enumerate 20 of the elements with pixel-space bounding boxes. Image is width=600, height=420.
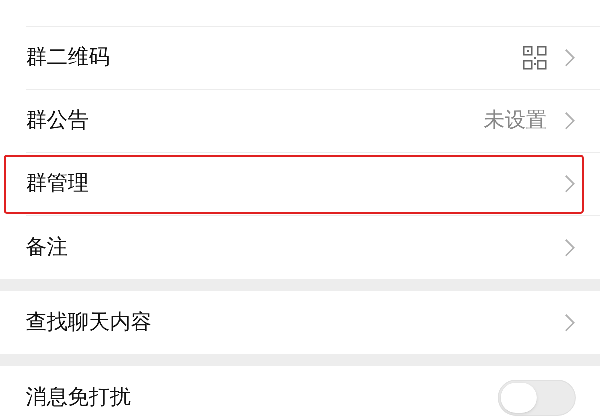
settings-row[interactable]: 群公告 未设置 (0, 90, 600, 153)
settings-row[interactable]: 查找聊天内容 (0, 291, 600, 354)
chevron-icon (565, 49, 576, 67)
row-label: 消息免打扰 (26, 384, 131, 411)
row-label: 群二维码 (26, 44, 110, 72)
settings-row[interactable]: 备注 (0, 216, 600, 279)
row-label: 群公告 (26, 107, 89, 134)
row-value: 未设置 (484, 107, 547, 134)
toggle-switch[interactable] (498, 380, 576, 416)
chevron-icon (565, 314, 576, 332)
settings-row[interactable]: 消息免打扰 (0, 366, 600, 420)
settings-row[interactable]: 群管理 (0, 153, 600, 216)
chevron-icon (565, 175, 576, 193)
settings-row[interactable]: 群二维码 (0, 27, 600, 90)
chevron-icon (565, 238, 576, 256)
chevron-icon (565, 112, 576, 130)
qr-code-icon (523, 46, 547, 70)
row-label: 群管理 (26, 170, 89, 198)
row-label: 备注 (26, 234, 68, 261)
row-label: 查找聊天内容 (26, 308, 152, 336)
